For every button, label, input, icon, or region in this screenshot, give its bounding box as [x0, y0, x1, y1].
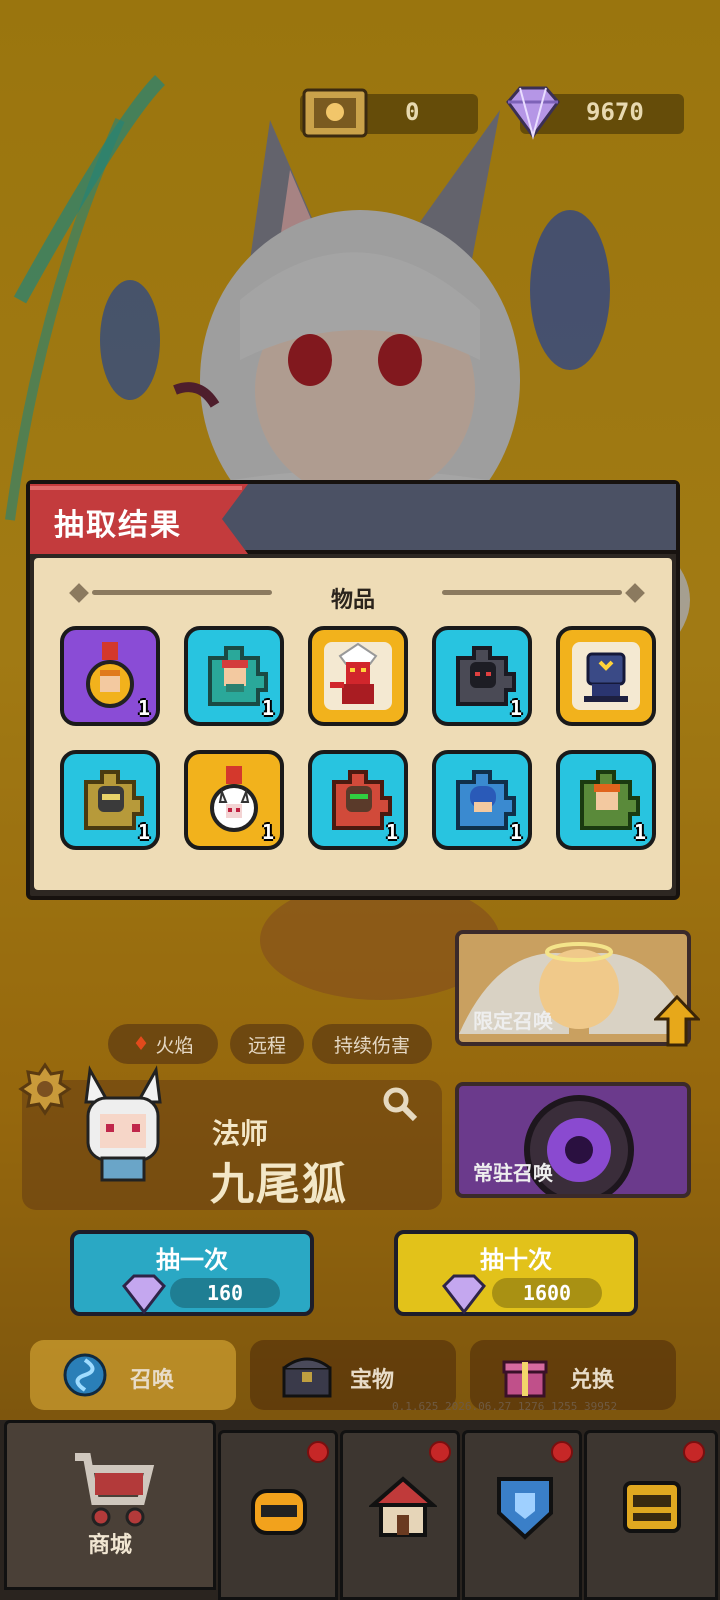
item-count: 1 [385, 820, 398, 844]
puzzle-shard-green-icon [568, 762, 644, 838]
gem-icon [122, 1274, 166, 1314]
result-item[interactable]: 1 [308, 750, 408, 850]
version-debug-text: 0.1.625 2026.06.27 1276 1255 39952 [392, 1400, 618, 1413]
subtab-summon[interactable]: 召唤 [30, 1340, 236, 1410]
ticket-icon [302, 88, 368, 138]
summon-screen: 0 9670 ♦ 火焰 远程 持续伤害 法师 九尾狐 限定召唤 常驻召唤 抽一次… [0, 0, 720, 1600]
subtab-exchange-label: 兑换 [570, 1368, 615, 1393]
nav-shop[interactable]: 商城 [4, 1420, 216, 1590]
robot-face-icon [623, 1481, 681, 1533]
result-item[interactable]: 1 [60, 750, 160, 850]
ticket-count: 0 [405, 98, 420, 126]
medal-hero-icon [72, 638, 148, 714]
standard-summon-banner[interactable]: 常驻召唤 [455, 1082, 691, 1198]
dialog-header: 抽取结果 [30, 484, 676, 554]
swirl-summon-icon [63, 1353, 107, 1397]
treasure-chest-icon [282, 1357, 332, 1398]
notification-dot [429, 1441, 451, 1463]
hero-helmet-icon [251, 1489, 307, 1535]
draw-once-button[interactable]: 抽一次 160 [70, 1230, 314, 1316]
result-item[interactable]: 1 [432, 750, 532, 850]
result-item[interactable]: 1 [60, 626, 160, 726]
nav-home[interactable] [340, 1430, 460, 1600]
item-count: 1 [509, 820, 522, 844]
draw-ten-cost: 1600 [492, 1278, 602, 1308]
divider-line [442, 590, 622, 595]
tag-dot: 持续伤害 [312, 1024, 432, 1064]
hero-portrait-icon [84, 1065, 162, 1182]
draw-result-dialog: 抽取结果 物品 1 1 1 1 1 1 1 1 [26, 480, 680, 900]
item-count: 1 [261, 820, 274, 844]
tag-fire: ♦ 火焰 [108, 1024, 218, 1064]
hero-role: 法师 [212, 1117, 269, 1150]
puzzle-shard-dark-icon [444, 638, 520, 714]
puzzle-shard-red-hair-icon [196, 638, 272, 714]
section-title: 物品 [330, 588, 375, 613]
limited-summon-label: 限定召唤 [473, 1009, 553, 1033]
gear-badge-icon[interactable] [18, 1062, 72, 1116]
gift-box-icon [502, 1360, 548, 1398]
arrow-up-icon [654, 995, 700, 1047]
dialog-body: 物品 1 1 1 1 1 1 1 1 [34, 558, 672, 890]
result-item[interactable]: 1 [432, 626, 532, 726]
tag-label: 火焰 [155, 1034, 194, 1057]
search-icon[interactable] [382, 1086, 418, 1122]
puzzle-shard-gold-icon [72, 762, 148, 838]
result-item[interactable] [556, 626, 656, 726]
item-count: 1 [633, 820, 646, 844]
notification-dot [551, 1441, 573, 1463]
draw-ten-button[interactable]: 抽十次 1600 [394, 1230, 638, 1316]
item-count: 1 [261, 696, 274, 720]
gem-icon [506, 86, 560, 140]
nav-shop-label: 商城 [87, 1533, 132, 1558]
gem-count: 9670 [586, 98, 644, 126]
puzzle-shard-red-icon [320, 762, 396, 838]
result-item[interactable]: 1 [556, 750, 656, 850]
puzzle-shard-blue-icon [444, 762, 520, 838]
shield-banner-icon [497, 1477, 553, 1540]
notification-dot [307, 1441, 329, 1463]
nav-robot[interactable] [584, 1430, 718, 1600]
gem-icon [442, 1274, 486, 1314]
result-item[interactable]: 1 [184, 626, 284, 726]
nav-heroes[interactable] [218, 1430, 338, 1600]
result-item[interactable]: 1 [184, 750, 284, 850]
red-demon-hero-icon [320, 638, 396, 714]
tag-ranged: 远程 [230, 1024, 304, 1064]
shopping-cart-icon [75, 1453, 155, 1527]
notification-dot [683, 1441, 705, 1463]
hero-name: 九尾狐 [210, 1159, 348, 1210]
item-count: 1 [137, 696, 150, 720]
draw-once-cost: 160 [170, 1278, 280, 1308]
subtab-treasure-label: 宝物 [350, 1368, 395, 1393]
home-icon [369, 1476, 437, 1537]
tag-label: 持续伤害 [333, 1034, 410, 1057]
medal-fox-icon [196, 762, 272, 838]
result-item[interactable] [308, 626, 408, 726]
draw-once-label: 抽一次 [156, 1246, 228, 1274]
tag-label: 远程 [247, 1034, 286, 1057]
blue-helmet-hero-icon [568, 638, 644, 714]
flame-icon: ♦ [132, 1033, 150, 1055]
item-count: 1 [509, 696, 522, 720]
draw-ten-label: 抽十次 [480, 1246, 552, 1274]
nav-guild[interactable] [462, 1430, 582, 1600]
item-count: 1 [137, 820, 150, 844]
dialog-title: 抽取结果 [54, 508, 182, 543]
standard-summon-label: 常驻召唤 [473, 1161, 553, 1185]
subtab-summon-label: 召唤 [130, 1368, 175, 1393]
